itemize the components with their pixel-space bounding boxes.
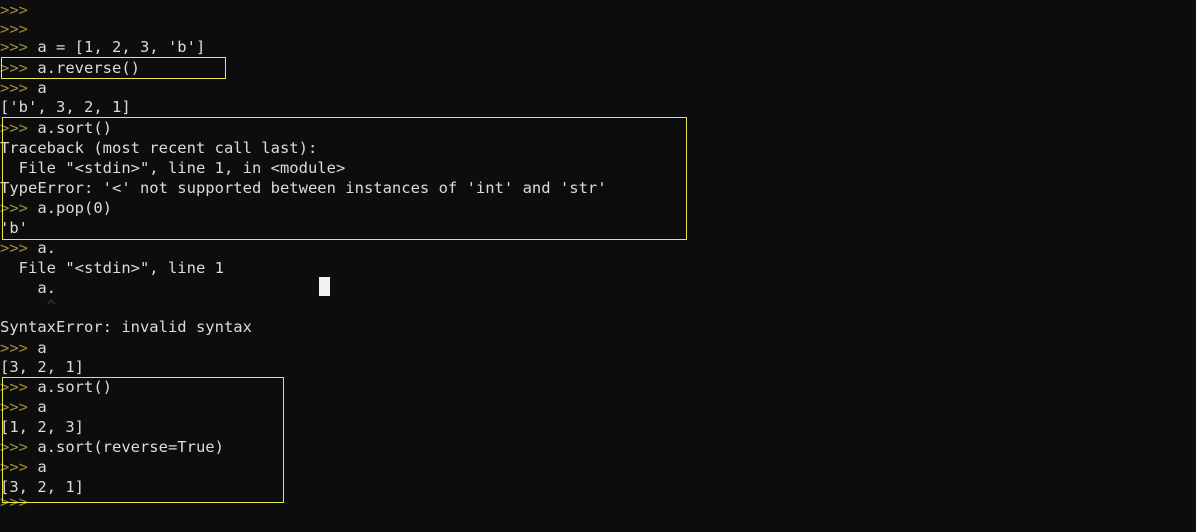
prompt-symbol: >>> (0, 458, 38, 476)
terminal-line-text: ['b', 3, 2, 1] (0, 98, 131, 116)
terminal-line-text: a.sort(reverse=True) (37, 438, 224, 456)
terminal-line: File "<stdin>", line 1 (0, 258, 224, 278)
terminal-line-text: [1, 2, 3] (0, 418, 84, 436)
terminal-line-text: a (37, 79, 47, 97)
terminal-line: >>> a (0, 457, 47, 477)
terminal-line-text: a. (0, 279, 56, 297)
terminal-line-text: a (37, 458, 47, 476)
prompt-symbol: >>> (0, 59, 38, 77)
terminal-line: >>> a.sort() (0, 377, 112, 397)
prompt-symbol: >>> (0, 339, 38, 357)
terminal-line: >>> a.sort() (0, 118, 112, 138)
terminal-line-text: 'b' (0, 219, 28, 237)
prompt-symbol: >>> (0, 38, 38, 56)
terminal-line-text: File "<stdin>", line 1, in <module> (0, 159, 346, 177)
terminal-line: TypeError: '<' not supported between ins… (0, 178, 607, 198)
terminal-line-text: a.sort() (37, 119, 112, 137)
terminal-line-text: a.sort() (37, 378, 112, 396)
prompt-symbol: >>> (0, 438, 38, 456)
terminal-line: 'b' (0, 218, 28, 238)
terminal-line: >>> a.reverse() (0, 58, 140, 78)
terminal-line: >>> (0, 492, 37, 512)
syntax-caret-marker: ^ (0, 297, 56, 315)
terminal-line: a. (0, 278, 56, 298)
terminal-line: SyntaxError: invalid syntax (0, 317, 252, 337)
terminal-line-text: File "<stdin>", line 1 (0, 259, 224, 277)
terminal-line: >>> a = [1, 2, 3, 'b'] (0, 37, 205, 57)
terminal-line: >>> (0, 0, 37, 20)
terminal-line-text: TypeError: '<' not supported between ins… (0, 179, 607, 197)
terminal-line: ^ (0, 296, 56, 316)
terminal-line-text: Traceback (most recent call last): (0, 139, 318, 157)
prompt-symbol: >>> (0, 239, 38, 257)
terminal-line: >>> a (0, 397, 47, 417)
terminal-line: [3, 2, 1] (0, 357, 84, 377)
prompt-symbol: >>> (0, 119, 38, 137)
terminal-line-text: a. (37, 239, 56, 257)
terminal-line: >>> a.pop(0) (0, 198, 112, 218)
terminal-line: >>> a (0, 338, 47, 358)
terminal-line-text: a.pop(0) (37, 199, 112, 217)
prompt-symbol: >>> (0, 378, 38, 396)
terminal-line: Traceback (most recent call last): (0, 138, 317, 158)
terminal-line-text: SyntaxError: invalid syntax (0, 318, 252, 336)
terminal-line-text: a = [1, 2, 3, 'b'] (37, 38, 206, 56)
prompt-symbol: >>> (0, 1, 38, 19)
terminal-line-text: a (37, 398, 47, 416)
terminal-line: ['b', 3, 2, 1] (0, 97, 131, 117)
terminal-line: >>> a. (0, 238, 56, 258)
terminal-line: >>> (0, 19, 37, 39)
text-cursor (319, 277, 330, 296)
prompt-symbol: >>> (0, 20, 38, 38)
prompt-symbol: >>> (0, 199, 38, 217)
terminal-window[interactable]: >>> >>> >>> a = [1, 2, 3, 'b'] >>> a.reve… (0, 0, 1196, 532)
terminal-line-text: a.reverse() (37, 59, 140, 77)
terminal-line-text: a (37, 339, 47, 357)
terminal-line: [1, 2, 3] (0, 417, 84, 437)
terminal-line: >>> a.sort(reverse=True) (0, 437, 224, 457)
terminal-line-text: [3, 2, 1] (0, 358, 84, 376)
prompt-symbol: >>> (0, 493, 38, 511)
terminal-line: File "<stdin>", line 1, in <module> (0, 158, 346, 178)
prompt-symbol: >>> (0, 398, 38, 416)
terminal-line: >>> a (0, 78, 47, 98)
prompt-symbol: >>> (0, 79, 38, 97)
